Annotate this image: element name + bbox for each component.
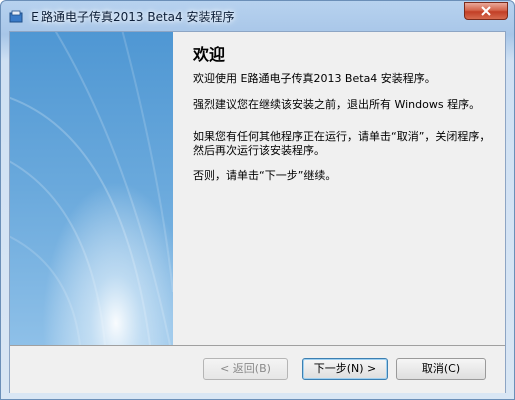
welcome-text: 欢迎使用 E路通电子传真2013 Beta4 安装程序。 [193, 72, 436, 85]
installer-window: Ｅ路通电子传真2013 Beta4 安装程序 欢迎 欢迎使用 E路通电子传真20… [0, 0, 515, 400]
welcome-panel: 欢迎 欢迎使用 E路通电子传真2013 Beta4 安装程序。 强烈建议您在继续… [173, 32, 505, 345]
back-button[interactable]: < 返回(B) [203, 358, 288, 380]
window-title: Ｅ路通电子传真2013 Beta4 安装程序 [29, 10, 235, 24]
button-bar: < 返回(B) 下一步(N) > 取消(C) [10, 345, 505, 393]
setup-app-icon [9, 9, 23, 23]
close-button[interactable] [464, 2, 508, 20]
close-icon [481, 6, 491, 16]
next-button[interactable]: 下一步(N) > [302, 358, 388, 380]
wizard-body: 欢迎 欢迎使用 E路通电子传真2013 Beta4 安装程序。 强烈建议您在继续… [9, 31, 506, 393]
cancel-hint-text: 如果您有任何其他程序正在运行，请单击“取消”，关闭程序，然后再次运行该安装程序。 [193, 130, 491, 157]
page-title: 欢迎 [193, 45, 226, 64]
wizard-side-image [10, 32, 173, 345]
title-bar[interactable]: Ｅ路通电子传真2013 Beta4 安装程序 [1, 1, 514, 31]
recommend-text: 强烈建议您在继续该安装之前，退出所有 Windows 程序。 [193, 98, 481, 111]
continue-hint-text: 否则，请单击“下一步”继续。 [193, 169, 337, 182]
cancel-button[interactable]: 取消(C) [396, 358, 486, 380]
